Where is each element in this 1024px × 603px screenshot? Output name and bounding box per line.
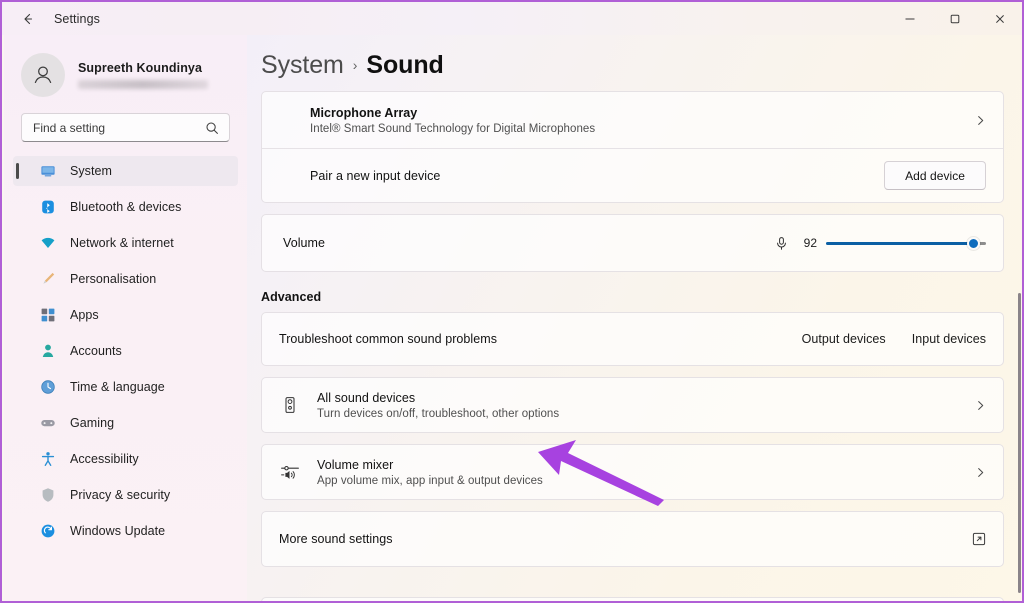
search-box[interactable] bbox=[21, 113, 230, 142]
more-sound-settings-card: More sound settings bbox=[261, 511, 1004, 567]
pair-input-device-row: Pair a new input device Add device bbox=[262, 148, 1003, 202]
input-devices-link[interactable]: Input devices bbox=[912, 332, 986, 346]
more-sound-settings-title: More sound settings bbox=[279, 532, 972, 546]
add-device-button[interactable]: Add device bbox=[884, 161, 986, 190]
sidebar-item-time-language[interactable]: Time & language bbox=[13, 372, 238, 402]
volume-mixer-row[interactable]: Volume mixer App volume mix, app input &… bbox=[262, 445, 1003, 499]
volume-mixer-card: Volume mixer App volume mix, app input &… bbox=[261, 444, 1004, 500]
search-icon[interactable] bbox=[202, 118, 222, 138]
gamepad-icon bbox=[39, 415, 56, 432]
window-controls bbox=[887, 2, 1022, 35]
search-container bbox=[21, 113, 230, 142]
help-card: Help with Sound bbox=[261, 597, 1004, 603]
sidebar-item-label: Privacy & security bbox=[70, 488, 170, 502]
chevron-right-icon bbox=[975, 115, 986, 126]
user-profile[interactable]: Supreeth Koundinya bbox=[4, 35, 247, 101]
page-title: Sound bbox=[366, 51, 443, 80]
slider-thumb[interactable] bbox=[967, 237, 980, 250]
update-refresh-icon bbox=[39, 523, 56, 540]
clock-globe-icon bbox=[39, 379, 56, 396]
maximize-button[interactable] bbox=[932, 2, 977, 35]
sidebar-item-windows-update[interactable]: Windows Update bbox=[13, 516, 238, 546]
volume-mixer-subtitle: App volume mix, app input & output devic… bbox=[317, 475, 965, 487]
all-sound-devices-title: All sound devices bbox=[317, 391, 965, 405]
sidebar-item-label: Apps bbox=[70, 308, 99, 322]
accessibility-icon bbox=[39, 451, 56, 468]
sidebar-item-label: Windows Update bbox=[70, 524, 165, 538]
volume-card: Volume 92 bbox=[261, 214, 1004, 272]
troubleshoot-links: Output devices Input devices bbox=[802, 332, 986, 346]
advanced-section-heading: Advanced bbox=[261, 290, 1024, 304]
sidebar-item-accessibility[interactable]: Accessibility bbox=[13, 444, 238, 474]
sidebar-item-label: Network & internet bbox=[70, 236, 174, 250]
breadcrumb: System › Sound bbox=[247, 35, 1024, 91]
microphone-array-row[interactable]: Microphone Array Intel® Smart Sound Tech… bbox=[262, 92, 1003, 148]
sidebar-item-system[interactable]: System bbox=[13, 156, 238, 186]
sidebar-item-label: System bbox=[70, 164, 112, 178]
sidebar-item-label: Accounts bbox=[70, 344, 122, 358]
microphone-array-title: Microphone Array bbox=[310, 106, 965, 120]
volume-mixer-title: Volume mixer bbox=[317, 458, 965, 472]
microphone-icon bbox=[774, 236, 789, 251]
settings-window: Settings bbox=[0, 0, 1024, 603]
back-button[interactable] bbox=[8, 2, 48, 35]
volume-row: Volume 92 bbox=[262, 215, 1003, 271]
monitor-icon bbox=[39, 163, 56, 180]
paintbrush-icon bbox=[39, 271, 56, 288]
troubleshoot-card: Troubleshoot common sound problems Outpu… bbox=[261, 312, 1004, 366]
vertical-scrollbar[interactable] bbox=[1018, 293, 1021, 593]
volume-slider[interactable] bbox=[826, 234, 986, 252]
breadcrumb-parent[interactable]: System bbox=[261, 51, 344, 80]
help-with-sound-row[interactable]: Help with Sound bbox=[262, 598, 1003, 603]
avatar bbox=[21, 53, 65, 97]
input-devices-card: Microphone Array Intel® Smart Sound Tech… bbox=[261, 91, 1004, 203]
pair-input-device-title: Pair a new input device bbox=[310, 169, 884, 183]
shield-icon bbox=[39, 487, 56, 504]
sidebar-item-personalisation[interactable]: Personalisation bbox=[13, 264, 238, 294]
sidebar-item-network-internet[interactable]: Network & internet bbox=[13, 228, 238, 258]
bluetooth-icon bbox=[39, 199, 56, 216]
sidebar-item-privacy-security[interactable]: Privacy & security bbox=[13, 480, 238, 510]
minimize-button[interactable] bbox=[887, 2, 932, 35]
close-button[interactable] bbox=[977, 2, 1022, 35]
apps-grid-icon bbox=[39, 307, 56, 324]
window-title: Settings bbox=[54, 12, 100, 26]
microphone-array-subtitle: Intel® Smart Sound Technology for Digita… bbox=[310, 123, 965, 135]
sidebar-item-label: Accessibility bbox=[70, 452, 139, 466]
troubleshoot-row: Troubleshoot common sound problems Outpu… bbox=[262, 313, 1003, 365]
profile-email-redacted bbox=[78, 80, 208, 89]
sidebar-item-apps[interactable]: Apps bbox=[13, 300, 238, 330]
sidebar-item-label: Bluetooth & devices bbox=[70, 200, 181, 214]
wifi-icon bbox=[39, 235, 56, 252]
all-sound-devices-subtitle: Turn devices on/off, troubleshoot, other… bbox=[317, 408, 965, 420]
sidebar: Supreeth Koundinya bbox=[4, 35, 247, 603]
slider-filled-track bbox=[826, 242, 973, 245]
volume-control: 92 bbox=[774, 234, 986, 252]
sidebar-nav: System Bluetooth & devices Network bbox=[4, 156, 247, 546]
external-link-icon bbox=[972, 532, 986, 546]
volume-value: 92 bbox=[798, 236, 817, 250]
volume-mixer-icon bbox=[279, 462, 301, 482]
breadcrumb-separator: › bbox=[353, 57, 358, 73]
sidebar-item-label: Gaming bbox=[70, 416, 114, 430]
sidebar-item-label: Personalisation bbox=[70, 272, 156, 286]
speaker-device-icon bbox=[279, 396, 301, 414]
sidebar-item-accounts[interactable]: Accounts bbox=[13, 336, 238, 366]
chevron-right-icon bbox=[975, 467, 986, 478]
search-input[interactable] bbox=[22, 115, 190, 141]
volume-label: Volume bbox=[283, 236, 774, 250]
all-sound-devices-card: All sound devices Turn devices on/off, t… bbox=[261, 377, 1004, 433]
all-sound-devices-row[interactable]: All sound devices Turn devices on/off, t… bbox=[262, 378, 1003, 432]
sidebar-item-bluetooth-devices[interactable]: Bluetooth & devices bbox=[13, 192, 238, 222]
title-bar: Settings bbox=[2, 2, 1022, 35]
more-sound-settings-row[interactable]: More sound settings bbox=[262, 512, 1003, 566]
troubleshoot-title: Troubleshoot common sound problems bbox=[279, 332, 802, 346]
chevron-right-icon bbox=[975, 400, 986, 411]
sidebar-item-gaming[interactable]: Gaming bbox=[13, 408, 238, 438]
profile-name: Supreeth Koundinya bbox=[78, 61, 208, 75]
person-icon bbox=[39, 343, 56, 360]
sidebar-item-label: Time & language bbox=[70, 380, 165, 394]
output-devices-link[interactable]: Output devices bbox=[802, 332, 886, 346]
main-content: System › Sound Microphone Array Intel® S… bbox=[247, 35, 1024, 603]
